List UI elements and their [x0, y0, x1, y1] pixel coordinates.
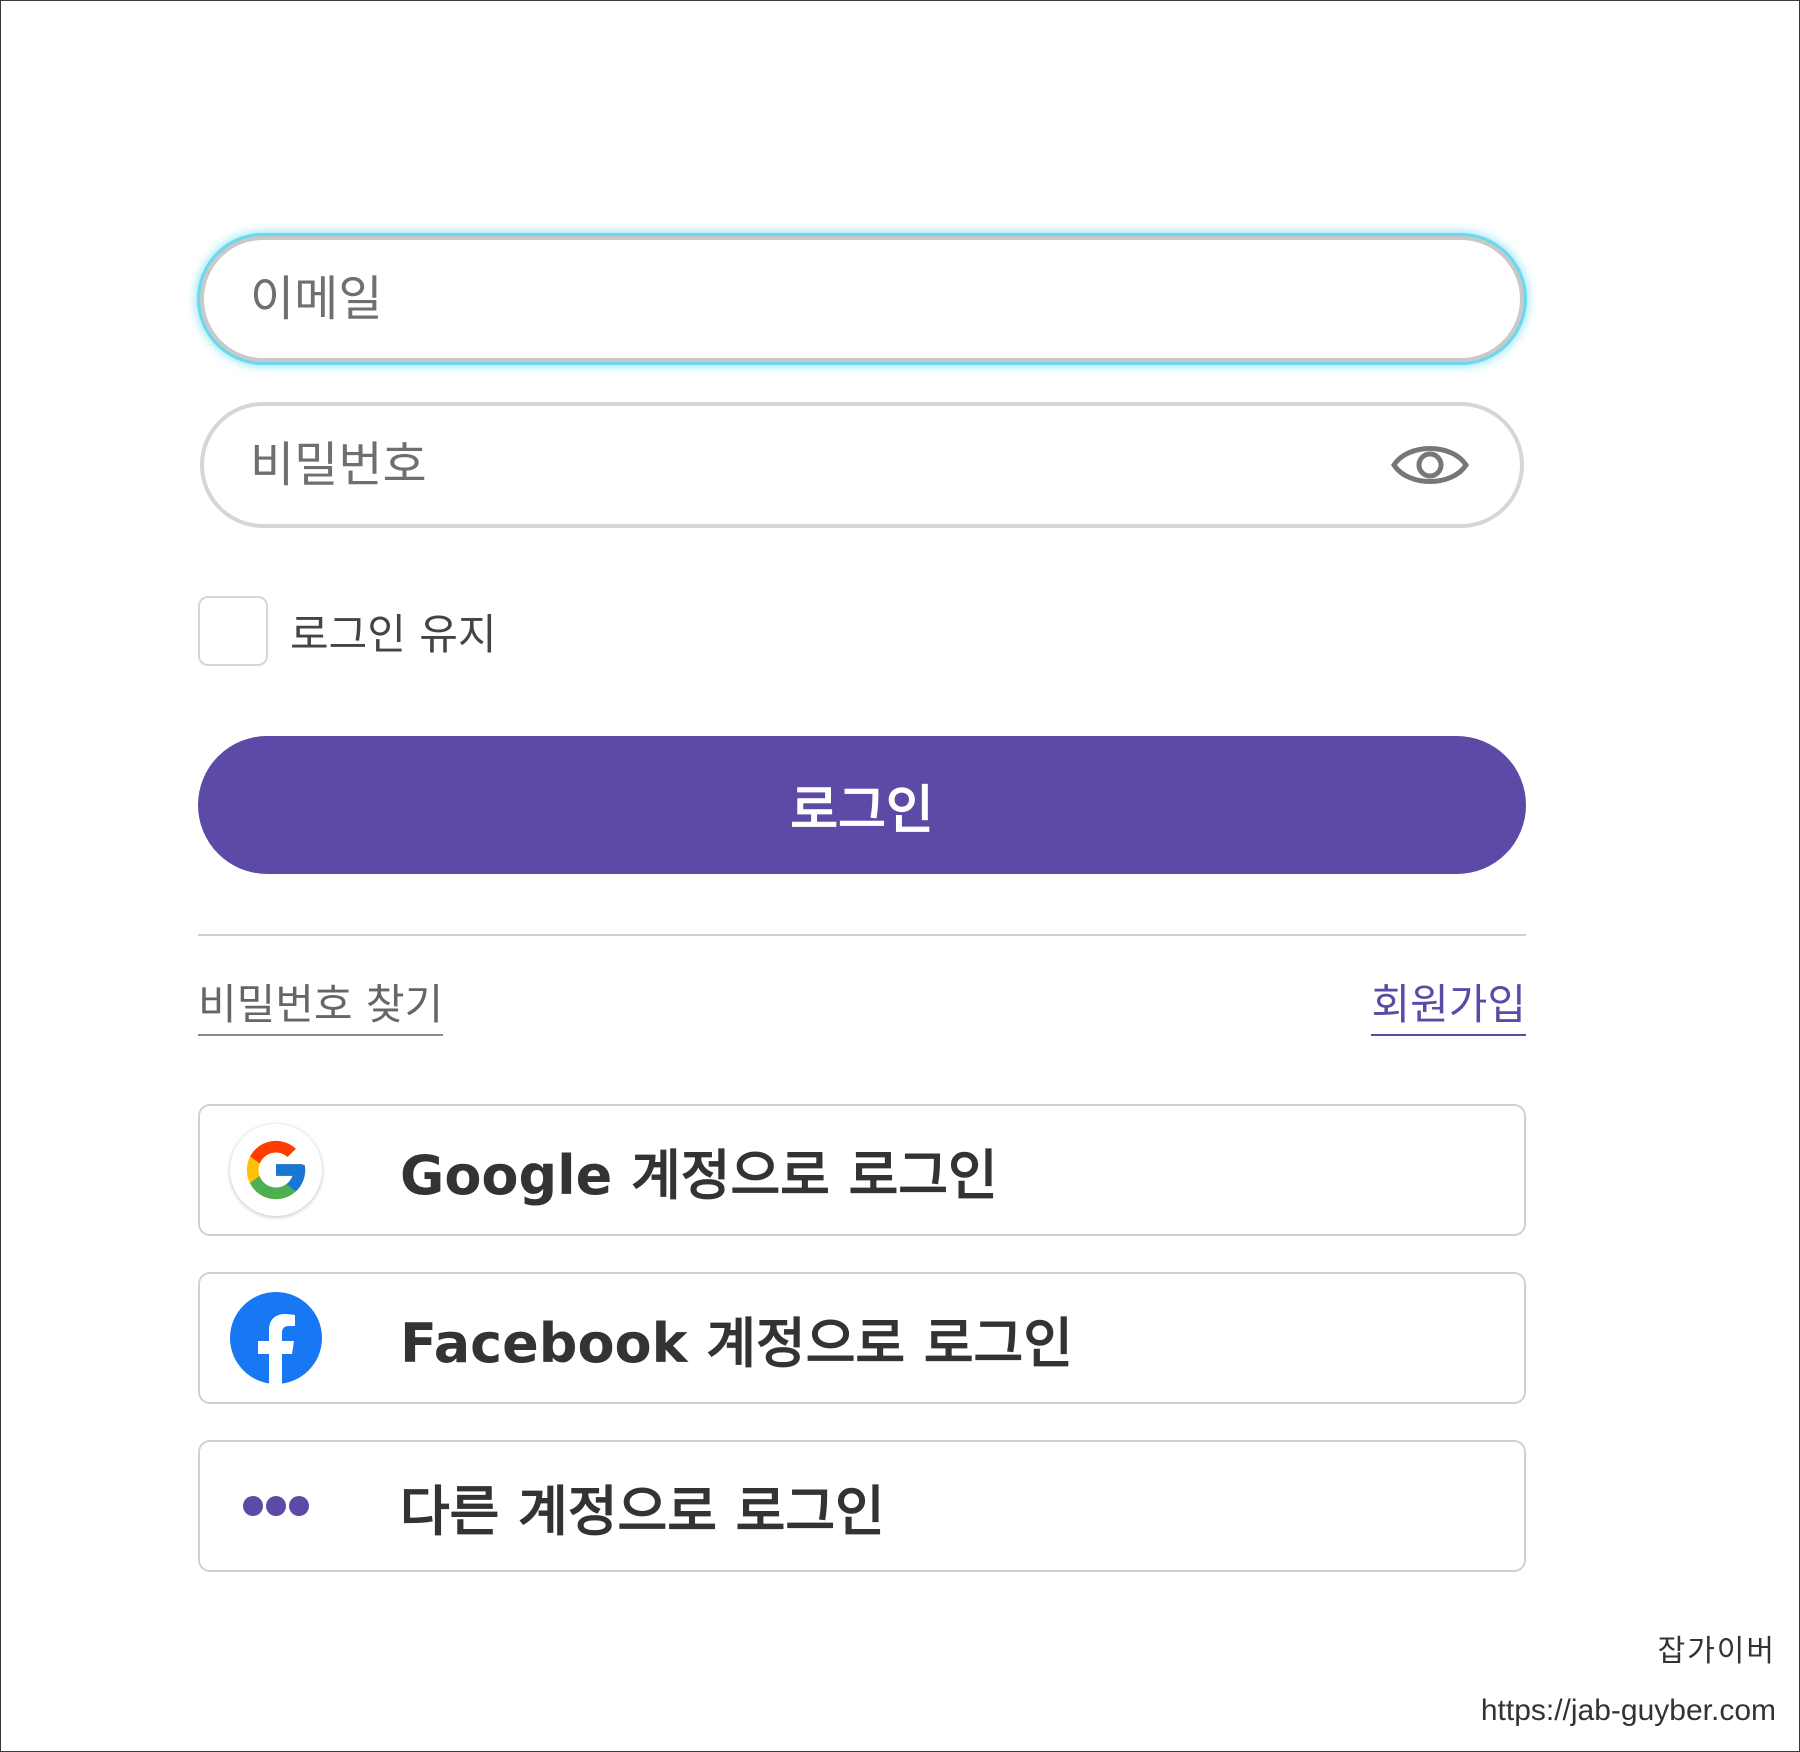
- google-login-label: Google 계정으로 로그인: [400, 1143, 998, 1207]
- watermark-url: https://jab-guyber.com: [1480, 1694, 1776, 1727]
- divider: [198, 934, 1526, 936]
- remember-label: 로그인 유지: [290, 609, 497, 659]
- watermark-name: 잡가이버: [1657, 1635, 1776, 1668]
- remember-me[interactable]: 로그인 유지: [198, 596, 497, 666]
- email-input[interactable]: [250, 240, 1410, 358]
- google-login-button[interactable]: Google 계정으로 로그인: [198, 1104, 1526, 1236]
- eye-icon[interactable]: [1390, 437, 1470, 493]
- other-login-label: 다른 계정으로 로그인: [400, 1479, 885, 1543]
- other-login-button[interactable]: 다른 계정으로 로그인: [198, 1440, 1526, 1572]
- signup-link[interactable]: 회원가입: [1371, 978, 1526, 1036]
- password-input[interactable]: [250, 406, 1410, 524]
- email-field-wrapper: [200, 236, 1524, 362]
- facebook-icon: [230, 1292, 322, 1384]
- facebook-login-label: Facebook 계정으로 로그인: [400, 1311, 1073, 1375]
- remember-checkbox[interactable]: [198, 596, 268, 666]
- facebook-login-button[interactable]: Facebook 계정으로 로그인: [198, 1272, 1526, 1404]
- find-password-link[interactable]: 비밀번호 찾기: [198, 978, 444, 1036]
- more-dots-icon: [230, 1460, 322, 1552]
- google-icon: [230, 1124, 322, 1216]
- login-button[interactable]: 로그인: [198, 736, 1526, 874]
- login-button-label: 로그인: [790, 780, 934, 841]
- password-field-wrapper: [200, 402, 1524, 528]
